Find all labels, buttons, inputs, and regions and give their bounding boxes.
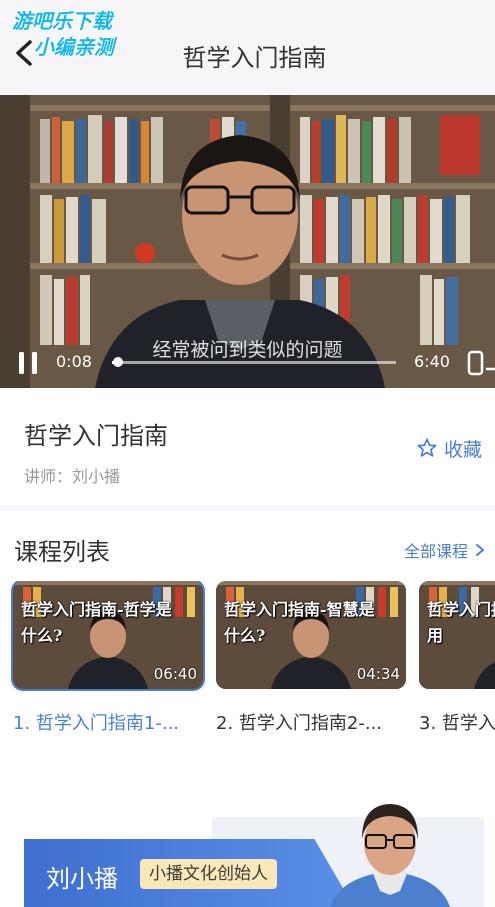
banner-title-tag: 小播文化创始人: [140, 859, 277, 889]
thumbnail-caption: 哲学入门指南-哲学是什么?: [21, 600, 172, 645]
all-courses-label: 全部课程: [404, 542, 469, 561]
watermark-line-1: 游吧乐下载: [12, 9, 112, 33]
course-thumbnail[interactable]: 哲学入门指南-无用之用: [419, 581, 495, 689]
course-card-label[interactable]: 2. 哲学入门指南2-...: [216, 709, 416, 735]
star-icon: [417, 438, 437, 457]
banner-teacher-name: 刘小播: [46, 865, 118, 893]
progress-knob[interactable]: [112, 357, 123, 367]
top-bar: 游吧乐下载 小编亲测 哲学入门指南: [0, 0, 495, 95]
teacher-name: 讲师：刘小播: [24, 467, 121, 486]
course-thumbnail[interactable]: 哲学入门指南-智慧是什么? 04:34: [216, 581, 406, 689]
thumbnail-caption: 哲学入门指南-智慧是什么?: [224, 600, 375, 645]
video-duration: 06:40: [153, 665, 197, 683]
page-title: 哲学入门指南: [182, 44, 327, 72]
teacher-banner[interactable]: 刘小播 小播文化创始人: [0, 741, 495, 907]
player-controls: 0:08 6:40: [0, 347, 495, 388]
course-thumbnail[interactable]: 哲学入门指南-哲学是什么? 06:40: [11, 581, 205, 691]
teacher-portrait: [330, 804, 450, 907]
current-time: 0:08: [56, 352, 92, 371]
video-duration: 04:34: [356, 665, 400, 683]
pause-icon[interactable]: [16, 349, 42, 377]
course-carousel[interactable]: 哲学入门指南-哲学是什么? 06:40 1. 哲学入门指南1-... 哲学入门指…: [0, 581, 495, 741]
chevron-right-icon: [476, 544, 485, 556]
course-list-title: 课程列表: [14, 538, 110, 566]
progress-bar[interactable]: [112, 357, 396, 367]
thumbnail-caption: 哲学入门指南-无用之用: [427, 600, 495, 645]
course-title: 哲学入门指南: [24, 422, 168, 450]
video-player[interactable]: 经常被问到类似的问题 0:08 6:40: [0, 95, 495, 388]
course-info: 哲学入门指南 讲师：刘小播 收藏: [0, 388, 495, 505]
all-courses-link[interactable]: 全部课程: [404, 538, 486, 562]
course-card-label[interactable]: 1. 哲学入门指南1-...: [13, 709, 213, 735]
total-time: 6:40: [414, 352, 450, 371]
course-card-label[interactable]: 3. 哲学入门指南3-...: [419, 709, 495, 735]
course-list-header: 课程列表 全部课程: [0, 511, 495, 577]
favorite-button[interactable]: 收藏: [416, 435, 482, 461]
favorite-label: 收藏: [444, 438, 483, 461]
fullscreen-icon[interactable]: [466, 349, 495, 377]
